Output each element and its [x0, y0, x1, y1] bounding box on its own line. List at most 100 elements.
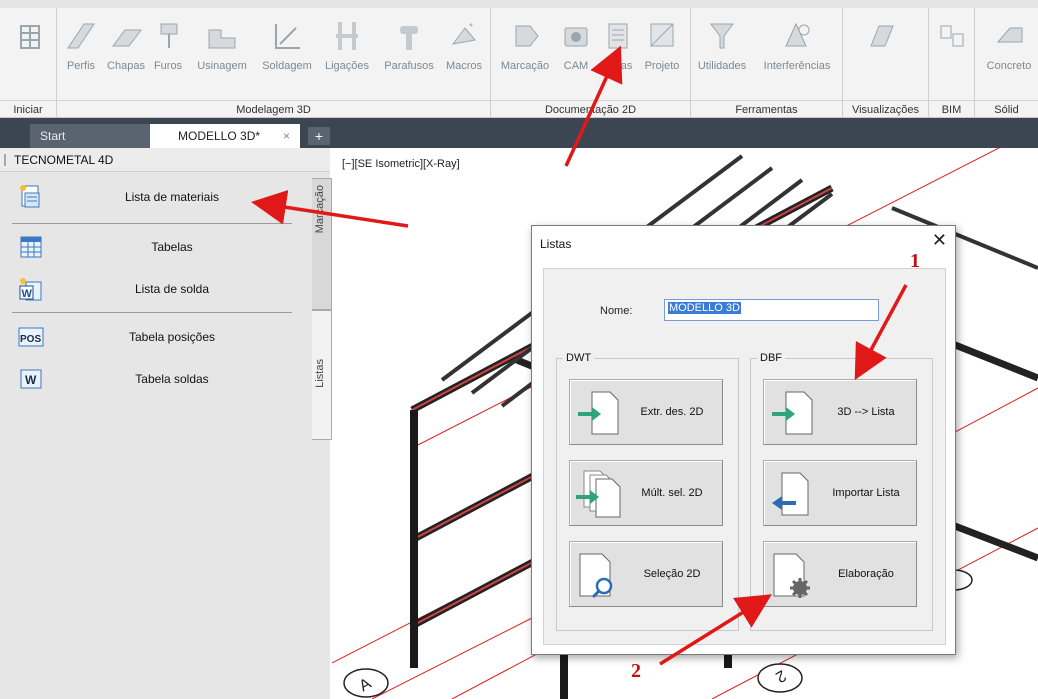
- ribbon-parafusos-button[interactable]: Parafusos: [378, 18, 440, 98]
- search-document-icon: [579, 553, 613, 599]
- annotation-number-1: 1: [910, 250, 920, 272]
- table-icon: [20, 236, 42, 258]
- dialog-close-button[interactable]: ✕: [932, 230, 947, 251]
- ribbon-usinagem-button[interactable]: Usinagem: [190, 18, 254, 98]
- panel-documentacao-2d[interactable]: Documentação 2D: [491, 100, 690, 118]
- ribbon: Perfis Chapas Furos Usinagem Soldagem Li…: [0, 0, 1038, 118]
- tab-start-label: Start: [40, 129, 66, 143]
- ribbon-cam-label: CAM: [563, 60, 589, 72]
- palette-item-label: Lista de solda: [134, 282, 210, 296]
- side-tab-listas[interactable]: Listas: [312, 310, 332, 440]
- ribbon-grid-button[interactable]: [12, 18, 48, 98]
- ribbon-marcacao-button[interactable]: Marcação: [494, 18, 556, 98]
- machining-icon: [208, 29, 236, 49]
- 3d-to-lista-button[interactable]: 3D --> Lista: [763, 379, 917, 445]
- palette-item-tabela-soldas[interactable]: W Tabela soldas: [12, 360, 292, 400]
- palette-grip-icon[interactable]: [4, 154, 6, 166]
- palette-item-lista-de-solda[interactable]: W Lista de solda: [12, 270, 292, 310]
- ribbon-concreto-label: Concreto: [986, 60, 1032, 72]
- export-list-icon: [772, 391, 813, 435]
- panel-solid[interactable]: Sólid: [975, 100, 1038, 118]
- panel-visualizacoes[interactable]: Visualizações: [843, 100, 928, 118]
- drill-icon: [160, 23, 178, 48]
- ribbon-interferencias-button[interactable]: Interferências: [756, 18, 838, 98]
- dbf-group: DBF 3D --> Lista Importar Lista Elaboraç…: [750, 352, 933, 631]
- ribbon-listas-button[interactable]: Listas: [598, 18, 638, 98]
- ribbon-soldagem-label: Soldagem: [262, 60, 312, 72]
- ribbon-projeto-button[interactable]: Projeto: [638, 18, 686, 98]
- profile-beam-icon: [67, 23, 95, 49]
- selecao-2d-label: Seleção 2D: [643, 568, 701, 580]
- svg-text:W: W: [25, 373, 37, 387]
- project-icon: [650, 23, 674, 47]
- ribbon-bim-button[interactable]: [932, 18, 972, 98]
- extr-des-2d-label: Extr. des. 2D: [640, 406, 704, 418]
- weld-list-icon: W: [19, 278, 42, 301]
- ribbon-furos-button[interactable]: Furos: [150, 18, 186, 98]
- document-tab-strip: Start MODELLO 3D* × +: [0, 118, 1038, 148]
- ribbon-macros-button[interactable]: * Macros: [440, 18, 488, 98]
- view-icon: [870, 25, 894, 47]
- ribbon-chapas-button[interactable]: Chapas: [104, 18, 148, 98]
- new-tab-button[interactable]: +: [308, 127, 330, 145]
- panel-ferramentas[interactable]: Ferramentas: [691, 100, 842, 118]
- ribbon-cam-button[interactable]: CAM: [556, 18, 596, 98]
- name-input-value: MODELLO 3D: [668, 302, 741, 314]
- dbf-group-label: DBF: [757, 352, 785, 364]
- panel-iniciar[interactable]: Iniciar: [0, 100, 56, 118]
- tab-start[interactable]: Start: [30, 124, 170, 148]
- pos-icon: POS: [18, 327, 44, 347]
- palette-item-label: Tabela soldas: [135, 372, 209, 386]
- palette-item-lista-de-materiais[interactable]: Lista de materiais: [12, 178, 292, 218]
- ribbon-macros-label: Macros: [445, 60, 483, 72]
- svg-text:POS: POS: [20, 334, 41, 345]
- mult-sel-2d-button[interactable]: Múlt. sel. 2D: [569, 460, 723, 526]
- selecao-2d-button[interactable]: Seleção 2D: [569, 541, 723, 607]
- tag-icon: [515, 25, 539, 47]
- svg-text:W: W: [22, 288, 33, 300]
- tab-modello-label: MODELLO 3D*: [178, 129, 261, 143]
- ribbon-projeto-label: Projeto: [644, 60, 680, 72]
- ribbon-concreto-button[interactable]: Concreto: [980, 18, 1038, 98]
- name-label: Nome:: [600, 305, 633, 317]
- ribbon-ligacoes-button[interactable]: Ligações: [318, 18, 376, 98]
- palette-title: TECNOMETAL 4D: [14, 153, 114, 167]
- cam-icon: [564, 27, 588, 47]
- side-tab-marcacao[interactable]: Marcação: [312, 178, 332, 310]
- list-icon: [608, 23, 628, 49]
- ribbon-chapas-label: Chapas: [107, 60, 145, 72]
- tab-close-icon[interactable]: ×: [283, 124, 290, 148]
- palette-item-tabelas[interactable]: Tabelas: [12, 228, 292, 268]
- grid-icon: [20, 25, 40, 49]
- palette-item-tabela-posicoes[interactable]: POS Tabela posições: [12, 318, 292, 358]
- macro-icon: *: [451, 22, 476, 45]
- gear-document-icon: [773, 553, 810, 598]
- funnel-icon: [710, 23, 734, 49]
- ribbon-perfis-button[interactable]: Perfis: [62, 18, 100, 98]
- ribbon-utilidades-button[interactable]: Utilidades: [694, 18, 750, 98]
- importar-lista-button[interactable]: Importar Lista: [763, 460, 917, 526]
- ribbon-ligacoes-label: Ligações: [324, 60, 370, 72]
- palette-item-label: Tabelas: [151, 240, 193, 254]
- name-input[interactable]: MODELLO 3D: [664, 299, 879, 321]
- multi-document-icon: [576, 470, 621, 518]
- material-list-icon: [20, 185, 40, 208]
- extr-des-2d-button[interactable]: Extr. des. 2D: [569, 379, 723, 445]
- palette-item-label: Lista de materiais: [124, 190, 220, 204]
- ribbon-view-button[interactable]: [860, 18, 904, 98]
- listas-dialog: Listas ✕ Nome: MODELLO 3D DWT Extr. des.…: [531, 225, 956, 655]
- tab-modello-3d[interactable]: MODELLO 3D* ×: [150, 124, 300, 148]
- 3d-to-lista-label: 3D --> Lista: [837, 406, 895, 418]
- panel-bim[interactable]: BIM: [929, 100, 974, 118]
- panel-modelagem-3d[interactable]: Modelagem 3D: [57, 100, 490, 118]
- dwt-group-label: DWT: [563, 352, 595, 364]
- palette-header: TECNOMETAL 4D: [0, 148, 330, 172]
- palette-divider: [12, 312, 292, 313]
- elaboracao-label: Elaboração: [838, 568, 894, 580]
- ribbon-soldagem-button[interactable]: Soldagem: [256, 18, 318, 98]
- viewport-view-label[interactable]: [−][SE Isometric][X-Ray]: [342, 158, 460, 170]
- interference-icon: [785, 22, 810, 47]
- weld-table-icon: W: [20, 369, 42, 389]
- elaboracao-button[interactable]: Elaboração: [763, 541, 917, 607]
- plate-icon: [112, 29, 142, 47]
